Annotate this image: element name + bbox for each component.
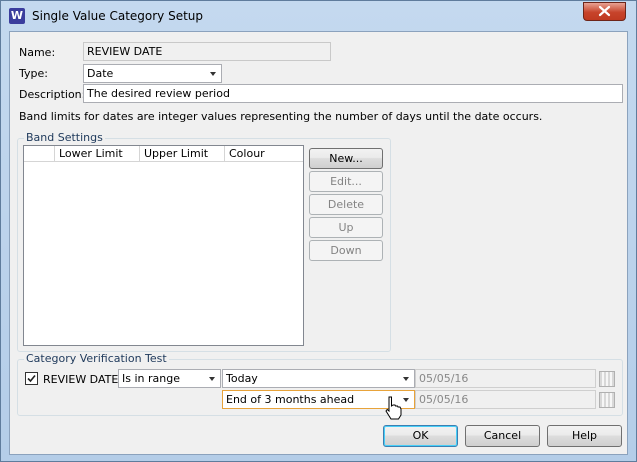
- column-header-colour[interactable]: Colour: [225, 146, 303, 162]
- close-button[interactable]: [583, 2, 626, 21]
- window-title: Single Value Category Setup: [32, 9, 204, 23]
- column-header-blank[interactable]: [24, 146, 55, 162]
- review-date-checkbox-label: REVIEW DATE: [43, 373, 119, 386]
- app-icon: W: [9, 8, 25, 24]
- range-from-value: Today: [226, 372, 258, 385]
- column-header-lower-limit[interactable]: Lower Limit: [55, 146, 140, 162]
- range-from-date-field[interactable]: 05/05/16: [415, 369, 596, 388]
- calendar-icon[interactable]: [599, 371, 615, 387]
- type-label: Type:: [19, 67, 48, 80]
- range-from-dropdown[interactable]: Today: [222, 369, 415, 388]
- verification-title: Category Verification Test: [24, 352, 169, 365]
- range-to-value: End of 3 months ahead: [226, 393, 355, 406]
- name-field[interactable]: REVIEW DATE: [83, 42, 331, 61]
- calendar-icon[interactable]: [599, 392, 615, 408]
- band-list[interactable]: Lower Limit Upper Limit Colour: [23, 145, 304, 346]
- condition-value: Is in range: [122, 372, 180, 385]
- help-button[interactable]: Help: [547, 425, 622, 447]
- type-dropdown[interactable]: Date: [83, 64, 222, 83]
- delete-button[interactable]: Delete: [309, 194, 383, 215]
- column-header-upper-limit[interactable]: Upper Limit: [140, 146, 225, 162]
- down-button[interactable]: Down: [309, 240, 383, 261]
- condition-dropdown[interactable]: Is in range: [118, 369, 221, 388]
- chevron-down-icon: [209, 377, 215, 381]
- band-settings-title: Band Settings: [24, 131, 105, 144]
- dialog-window: W Single Value Category Setup Name: REVI…: [0, 0, 637, 462]
- ok-button[interactable]: OK: [383, 425, 458, 447]
- info-text: Band limits for dates are integer values…: [19, 110, 543, 123]
- up-button[interactable]: Up: [309, 217, 383, 238]
- description-field[interactable]: The desired review period: [83, 84, 623, 103]
- type-value: Date: [87, 67, 114, 80]
- hand-cursor-icon: [385, 396, 402, 420]
- close-icon: [598, 5, 611, 17]
- chevron-down-icon: [403, 377, 409, 381]
- checkmark-icon: [27, 374, 36, 383]
- cancel-button[interactable]: Cancel: [465, 425, 540, 447]
- new-button[interactable]: New...: [309, 148, 383, 169]
- dialog-client-area: Name: REVIEW DATE Type: Date Description…: [9, 31, 628, 455]
- range-to-date-field[interactable]: 05/05/16: [415, 390, 596, 409]
- description-label: Description:: [19, 88, 86, 101]
- chevron-down-icon: [210, 72, 216, 76]
- name-label: Name:: [19, 46, 56, 59]
- edit-button[interactable]: Edit...: [309, 171, 383, 192]
- title-bar[interactable]: W Single Value Category Setup: [1, 1, 636, 31]
- review-date-checkbox[interactable]: [25, 372, 38, 385]
